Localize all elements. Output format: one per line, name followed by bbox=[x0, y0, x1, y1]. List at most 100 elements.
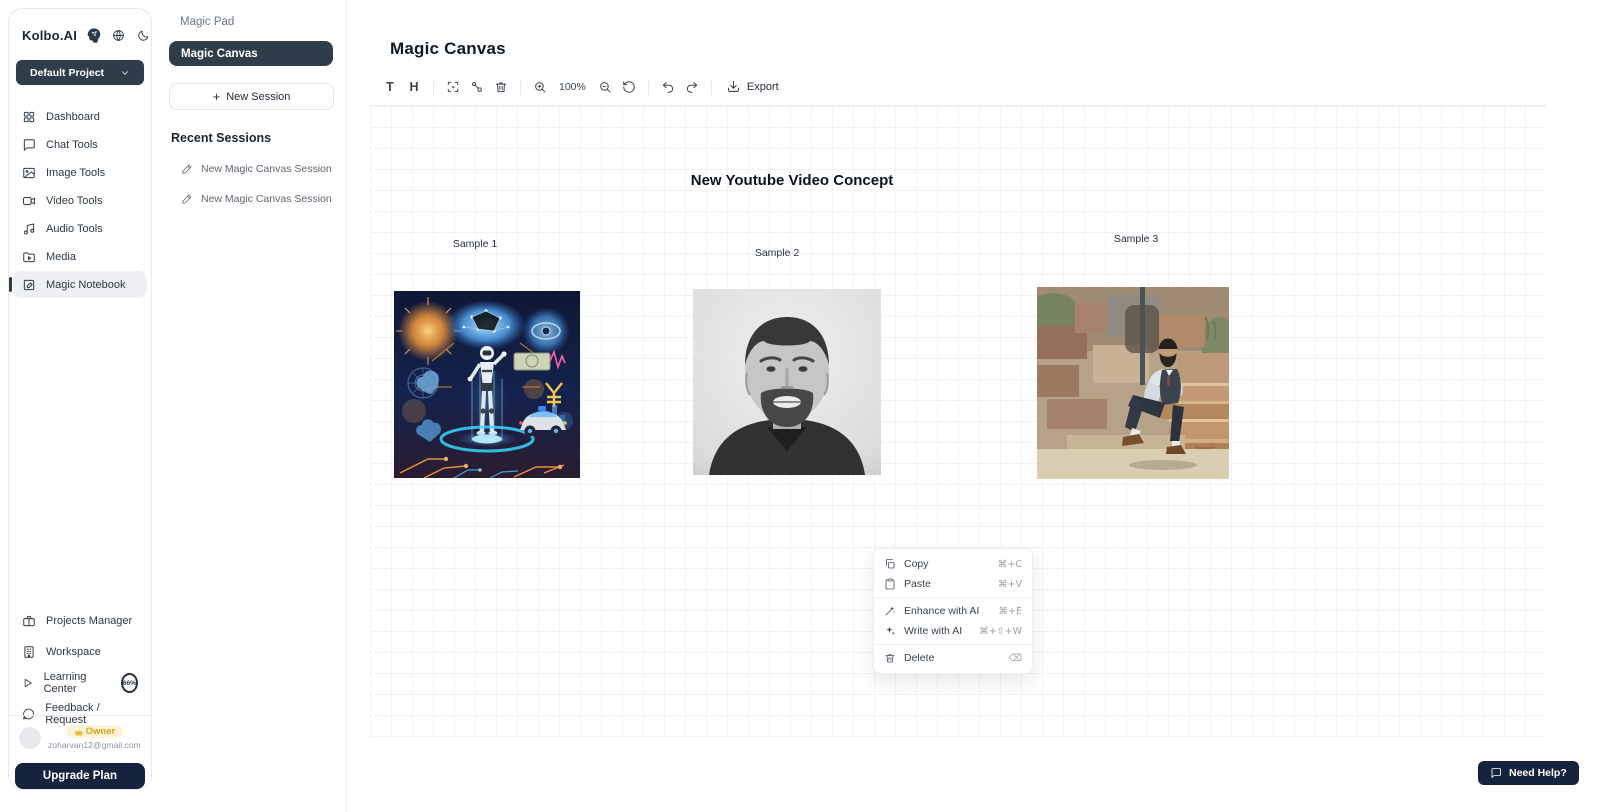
paste-icon bbox=[884, 578, 896, 590]
menu-item-write-with-ai[interactable]: Write with AI ⌘+⇧+W bbox=[874, 621, 1032, 641]
logo-row: Kolbo.AI bbox=[9, 9, 151, 44]
undo-button[interactable] bbox=[656, 76, 680, 98]
shortcut: ⌘+C bbox=[998, 559, 1022, 570]
brand-logo[interactable]: Kolbo.AI bbox=[22, 28, 77, 43]
session-panel: Magic Pad Magic Canvas + New Session Rec… bbox=[156, 0, 347, 812]
sidebar-secondary-nav: Projects Manager Workspace Learning Cent… bbox=[9, 607, 151, 728]
session-item[interactable]: New Magic Canvas Session bbox=[181, 163, 346, 175]
export-button[interactable]: Export bbox=[727, 80, 779, 93]
canvas-grid[interactable]: New Youtube Video Concept Sample 1 Sampl… bbox=[370, 106, 1546, 737]
sidebar-item-video-tools[interactable]: Video Tools bbox=[13, 187, 147, 214]
sidebar-item-label: Dashboard bbox=[46, 111, 100, 123]
shortcut: ⌘+E bbox=[999, 606, 1022, 617]
zoom-out-button[interactable] bbox=[593, 76, 617, 98]
upgrade-plan-button[interactable]: Upgrade Plan bbox=[15, 763, 145, 789]
menu-item-enhance-with-ai[interactable]: Enhance with AI ⌘+E bbox=[874, 601, 1032, 621]
sample-image-2[interactable] bbox=[693, 289, 881, 475]
canvas-toolbar: T H 100% Export bbox=[370, 75, 1546, 106]
sample-label-2[interactable]: Sample 2 bbox=[742, 247, 812, 259]
select-tool-button[interactable] bbox=[441, 76, 465, 98]
shortcut: ⌫ bbox=[1009, 653, 1022, 664]
redo-button[interactable] bbox=[680, 76, 704, 98]
sidebar-item-workspace[interactable]: Workspace bbox=[13, 638, 147, 666]
sidebar-item-label: Image Tools bbox=[46, 167, 105, 179]
shortcut: ⌘+V bbox=[998, 579, 1022, 590]
rotate-ccw-icon bbox=[622, 80, 636, 94]
heading-tool-button[interactable]: H bbox=[402, 76, 426, 98]
sample-label-1[interactable]: Sample 1 bbox=[440, 238, 510, 250]
progress-badge: 66% bbox=[121, 673, 138, 693]
ai-robot-illustration bbox=[394, 291, 580, 478]
sidebar-item-learning-center[interactable]: Learning Center 66% bbox=[13, 669, 147, 697]
sidebar-item-projects-manager[interactable]: Projects Manager bbox=[13, 607, 147, 635]
sample-label-3[interactable]: Sample 3 bbox=[1101, 233, 1171, 245]
dashboard-icon bbox=[22, 110, 36, 124]
reset-view-button[interactable] bbox=[617, 76, 641, 98]
notebook-icon bbox=[22, 278, 36, 292]
sparkles-icon bbox=[884, 625, 896, 637]
app-root: Kolbo.AI Default Project Dashboard Chat … bbox=[0, 0, 1600, 812]
sidebar-item-label: Workspace bbox=[46, 646, 101, 658]
new-session-button[interactable]: + New Session bbox=[169, 83, 334, 110]
briefcase-icon bbox=[22, 614, 36, 628]
user-account[interactable]: Owner zoharvan12@gmail.com bbox=[9, 715, 151, 759]
magic-wand-icon bbox=[884, 605, 896, 617]
redo-icon bbox=[685, 80, 699, 94]
undo-icon bbox=[661, 80, 675, 94]
chat-icon bbox=[22, 138, 36, 152]
sidebar-item-label: Audio Tools bbox=[46, 223, 103, 235]
sample-image-1[interactable] bbox=[394, 291, 580, 478]
menu-item-copy[interactable]: Copy ⌘+C bbox=[874, 554, 1032, 574]
active-indicator bbox=[9, 277, 12, 292]
dark-mode-moon-icon[interactable] bbox=[137, 29, 150, 42]
menu-item-paste[interactable]: Paste ⌘+V bbox=[874, 574, 1032, 594]
magic-canvas-tab[interactable]: Magic Canvas bbox=[169, 41, 333, 66]
page-title: Magic Canvas bbox=[390, 39, 506, 59]
sample-image-3[interactable] bbox=[1037, 287, 1229, 479]
sidebar-item-dashboard[interactable]: Dashboard bbox=[13, 103, 147, 130]
menu-divider bbox=[874, 644, 1032, 645]
session-item[interactable]: New Magic Canvas Session bbox=[181, 193, 346, 205]
trash-icon bbox=[494, 80, 508, 94]
avatar bbox=[19, 727, 41, 749]
user-meta: Owner zoharvan12@gmail.com bbox=[48, 725, 141, 750]
shortcut: ⌘+⇧+W bbox=[979, 626, 1022, 637]
owner-badge: Owner bbox=[66, 725, 124, 738]
menu-item-delete[interactable]: Delete ⌫ bbox=[874, 648, 1032, 668]
audio-icon bbox=[22, 222, 36, 236]
sidebar-item-image-tools[interactable]: Image Tools bbox=[13, 159, 147, 186]
delete-tool-button[interactable] bbox=[489, 76, 513, 98]
man-on-steps-illustration bbox=[1037, 287, 1229, 479]
video-icon bbox=[22, 194, 36, 208]
copy-icon bbox=[884, 558, 896, 570]
canvas-title[interactable]: New Youtube Video Concept bbox=[662, 172, 922, 189]
trash-icon bbox=[884, 652, 896, 664]
project-selector-label: Default Project bbox=[30, 67, 104, 79]
sidebar-item-audio-tools[interactable]: Audio Tools bbox=[13, 215, 147, 242]
sidebar-item-magic-notebook[interactable]: Magic Notebook bbox=[13, 271, 147, 298]
media-folder-icon bbox=[22, 250, 36, 264]
connector-tool-button[interactable] bbox=[465, 76, 489, 98]
zoom-in-icon bbox=[533, 80, 547, 94]
crown-icon bbox=[74, 727, 84, 737]
sidebar-item-label: Media bbox=[46, 251, 76, 263]
project-selector[interactable]: Default Project bbox=[16, 60, 144, 85]
image-icon bbox=[22, 166, 36, 180]
pencil-icon bbox=[181, 193, 193, 205]
sidebar-item-media[interactable]: Media bbox=[13, 243, 147, 270]
brain-logo-icon bbox=[85, 27, 102, 44]
language-globe-icon[interactable] bbox=[112, 29, 125, 42]
nodes-icon bbox=[470, 80, 484, 94]
sidebar-item-chat-tools[interactable]: Chat Tools bbox=[13, 131, 147, 158]
sidebar-item-label: Projects Manager bbox=[46, 615, 132, 627]
magic-pad-link[interactable]: Magic Pad bbox=[180, 16, 346, 28]
download-icon bbox=[727, 80, 740, 93]
sidebar-item-label: Chat Tools bbox=[46, 139, 98, 151]
need-help-button[interactable]: Need Help? bbox=[1478, 761, 1579, 785]
context-menu: Copy ⌘+C Paste ⌘+V Enhance with AI ⌘+E W… bbox=[873, 548, 1033, 674]
toolbar-divider bbox=[648, 79, 649, 95]
text-tool-button[interactable]: T bbox=[378, 76, 402, 98]
user-email: zoharvan12@gmail.com bbox=[48, 740, 141, 750]
recent-sessions-title: Recent Sessions bbox=[171, 131, 346, 145]
zoom-in-button[interactable] bbox=[528, 76, 552, 98]
